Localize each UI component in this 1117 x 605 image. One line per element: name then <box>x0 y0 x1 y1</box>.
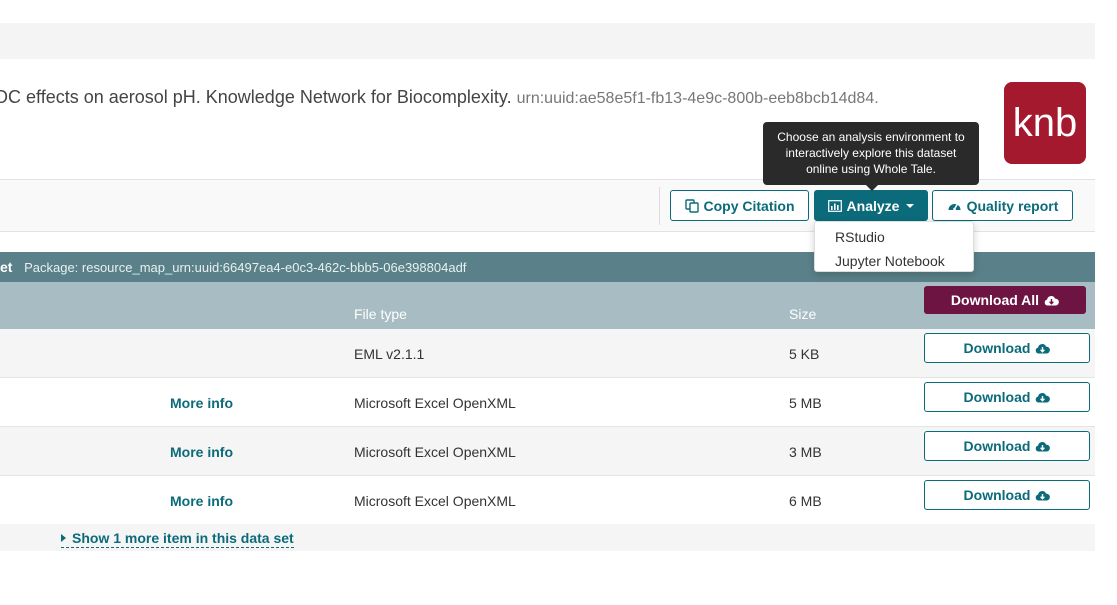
cloud-download-icon <box>1044 295 1059 306</box>
package-header-title: et <box>0 259 13 275</box>
caret-right-icon <box>61 534 66 542</box>
download-label: Download <box>963 487 1031 503</box>
cloud-download-icon <box>1035 490 1051 501</box>
download-button[interactable]: Download <box>924 382 1090 412</box>
download-button[interactable]: Download <box>924 480 1090 510</box>
row-file-type: Microsoft Excel OpenXML <box>354 493 516 509</box>
more-info-link[interactable]: More info <box>170 444 233 460</box>
cloud-download-icon <box>1035 441 1051 452</box>
download-button[interactable]: Download <box>924 431 1090 461</box>
cloud-download-icon <box>1035 392 1051 403</box>
quality-report-label: Quality report <box>966 197 1059 214</box>
row-size: 3 MB <box>789 444 822 460</box>
menu-item-jupyter-notebook[interactable]: Jupyter Notebook <box>815 249 973 273</box>
row-file-type: Microsoft Excel OpenXML <box>354 444 516 460</box>
download-label: Download <box>963 340 1031 356</box>
dashboard-gauge-icon <box>947 199 962 212</box>
analyze-tooltip: Choose an analysis environment to intera… <box>763 122 979 185</box>
menu-item-rstudio[interactable]: RStudio <box>815 225 973 249</box>
package-id: Package: resource_map_urn:uuid:66497ea4-… <box>24 260 467 275</box>
download-button[interactable]: Download <box>924 333 1090 363</box>
quality-report-button[interactable]: Quality report <box>932 190 1073 221</box>
analyze-dropdown-menu: RStudio Jupyter Notebook <box>814 221 974 272</box>
chevron-down-icon <box>906 203 915 208</box>
copy-icon <box>684 198 699 213</box>
column-header-size: Size <box>789 306 817 322</box>
download-label: Download <box>963 438 1031 454</box>
citation-urn: urn:uuid:ae58e5f1-fb13-4e9c-800b-eeb8bcb… <box>516 90 879 107</box>
toolbar-divider <box>659 187 660 225</box>
row-file-type: EML v2.1.1 <box>354 346 425 362</box>
copy-citation-label: Copy Citation <box>703 197 795 214</box>
download-all-button[interactable]: Download All <box>924 286 1086 314</box>
more-info-link[interactable]: More info <box>170 395 233 411</box>
show-more-items-link[interactable]: Show 1 more item in this data set <box>61 530 294 548</box>
copy-citation-button[interactable]: Copy Citation <box>670 190 809 221</box>
more-info-link[interactable]: More info <box>170 493 233 509</box>
bar-chart-icon <box>827 199 842 212</box>
citation-text: OC effects on aerosol pH. Knowledge Netw… <box>0 86 1000 110</box>
download-label: Download <box>963 389 1031 405</box>
analyze-label: Analyze <box>846 197 900 214</box>
knb-logo[interactable]: knb <box>1004 82 1086 164</box>
analyze-button[interactable]: Analyze <box>814 190 928 221</box>
column-header-file-type: File type <box>354 306 407 322</box>
row-size: 6 MB <box>789 493 822 509</box>
download-all-label: Download All <box>950 292 1040 308</box>
row-size: 5 KB <box>789 346 820 362</box>
cloud-download-icon <box>1035 343 1051 354</box>
row-size: 5 MB <box>789 395 822 411</box>
tooltip-arrow <box>866 185 878 191</box>
top-band <box>0 23 1095 59</box>
citation-title: OC effects on aerosol pH. Knowledge Netw… <box>0 87 512 107</box>
row-file-type: Microsoft Excel OpenXML <box>354 395 516 411</box>
show-more-label: Show 1 more item in this data set <box>72 530 294 546</box>
